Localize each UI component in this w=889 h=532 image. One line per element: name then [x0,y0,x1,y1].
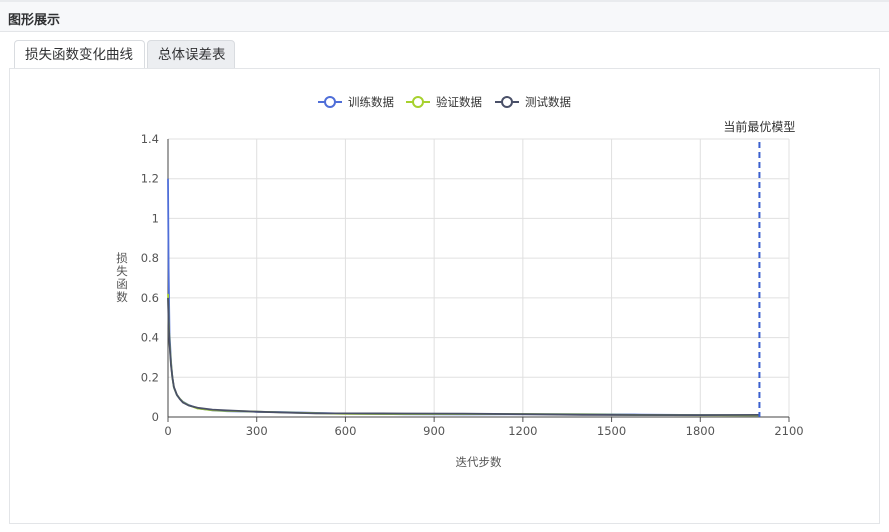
loss-chart: 0 0.2 0.4 0.6 0.8 1 1.2 1.4 0 300 600 900 1200 1500 18… [116,95,804,469]
x-tick-label: 300 [246,424,268,438]
axes: 0 0.2 0.4 0.6 0.8 1 1.2 1.4 0 300 600 900 1200 1500 18… [141,132,804,438]
y-tick-label: 0.2 [141,370,159,384]
x-axis-label: 迭代步数 [456,455,502,469]
y-tick-label: 1.4 [141,132,159,146]
grid-lines [167,138,790,418]
y-axis-label-char: 损 [116,251,128,265]
y-axis-label: 损失函数 [116,251,128,304]
best-model-label: 当前最优模型 [723,119,795,134]
x-tick-label: 1500 [597,424,626,438]
x-tick-label: 900 [423,424,445,438]
legend-item-label: 训练数据 [348,95,394,109]
y-axis-label-char: 失 [116,264,128,278]
x-tick-label: 1800 [686,424,715,438]
y-tick-label: 0.6 [141,291,159,305]
y-tick-label: 0.4 [141,331,159,345]
x-tick-label: 600 [334,424,356,438]
legend-marker [324,96,336,108]
legend-marker [501,96,513,108]
legend-item-label: 验证数据 [436,95,482,109]
y-tick-label: 1.2 [141,172,159,186]
y-tick-label: 1 [152,211,159,225]
y-axis-label-char: 数 [116,290,128,304]
y-tick-label: 0.8 [141,251,159,265]
legend: 训练数据 验证数据 测试数据 [318,95,571,109]
x-tick-label: 0 [164,424,171,438]
legend-marker [412,96,424,108]
x-tick-label: 2100 [774,424,803,438]
legend-item-label: 测试数据 [525,95,571,109]
x-tick-label: 1200 [508,424,537,438]
y-tick-label: 0 [152,410,159,424]
y-axis-label-char: 函 [116,277,128,291]
best-model-marker: 当前最优模型 [723,119,795,417]
